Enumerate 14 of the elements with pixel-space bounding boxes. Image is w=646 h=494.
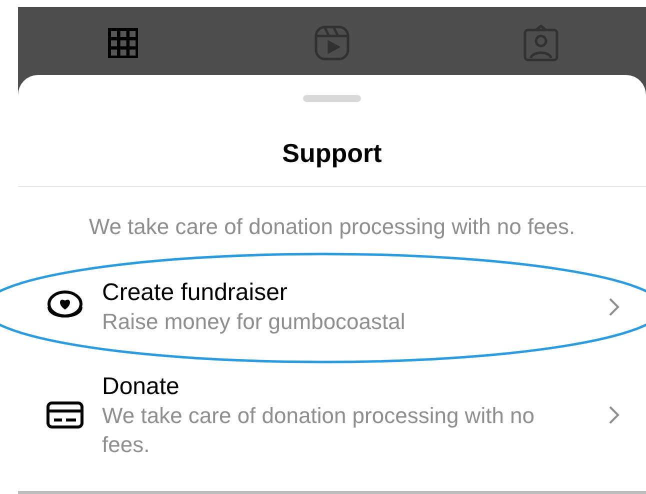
- option-description: We take care of donation processing with no fees.: [102, 402, 536, 458]
- option-label: Create fundraiser: [102, 278, 288, 307]
- grid-icon: [106, 27, 139, 59]
- drag-handle[interactable]: [303, 95, 361, 102]
- card-icon: [46, 401, 84, 429]
- support-option[interactable]: Donate We take care of donation processing with no fees.: [18, 359, 646, 471]
- option-label: Donate: [102, 372, 180, 400]
- sheet-title: Support: [281, 138, 383, 168]
- chevron-right-icon: [608, 405, 620, 425]
- option-description: Raise money for gumbocoastal: [102, 308, 406, 336]
- chevron-right-icon: [608, 297, 620, 317]
- tagged-person-icon: [523, 24, 560, 62]
- reels-icon: [314, 25, 350, 61]
- sheet-subtitle: We take care of donation processing with no fees.: [88, 213, 576, 241]
